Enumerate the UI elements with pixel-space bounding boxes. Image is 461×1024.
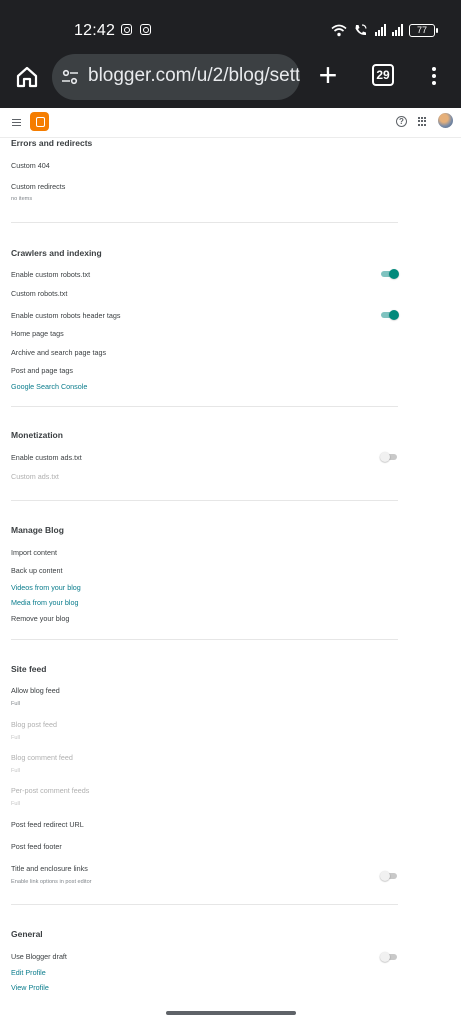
- custom-redirects-value: no items: [11, 196, 33, 202]
- use-blogger-draft-toggle[interactable]: [380, 952, 399, 962]
- site-settings-icon[interactable]: [61, 68, 79, 86]
- home-page-tags-setting[interactable]: Home page tags: [11, 329, 64, 338]
- enable-ads-toggle[interactable]: [380, 452, 399, 462]
- edit-profile-link[interactable]: Edit Profile: [11, 968, 46, 977]
- help-icon[interactable]: ?: [396, 116, 407, 127]
- address-bar[interactable]: blogger.com/u/2/blog/sett: [52, 54, 300, 100]
- allow-blog-feed-value: Full: [11, 701, 21, 707]
- divider: [11, 904, 398, 905]
- allow-blog-feed-setting[interactable]: Allow blog feed: [11, 686, 60, 695]
- avatar[interactable]: [438, 113, 453, 128]
- menu-icon[interactable]: [12, 119, 21, 127]
- instagram-notification-icon: [140, 24, 151, 35]
- blog-comment-feed-setting: Blog comment feed: [11, 753, 73, 762]
- status-bar: 12:42 77: [0, 0, 461, 52]
- blog-post-feed-value: Full: [11, 735, 21, 741]
- custom-robots-setting[interactable]: Custom robots.txt: [11, 289, 67, 298]
- new-tab-icon[interactable]: +: [316, 59, 340, 91]
- apps-grid-icon[interactable]: [418, 117, 427, 126]
- divider: [11, 406, 398, 407]
- wifi-icon: [331, 24, 347, 36]
- blogger-app-bar: ?: [0, 108, 461, 138]
- signal-icon: [392, 24, 403, 36]
- status-time: 12:42: [74, 22, 116, 39]
- archive-tags-setting[interactable]: Archive and search page tags: [11, 348, 106, 357]
- signal-icon: [375, 24, 386, 36]
- videos-link[interactable]: Videos from your blog: [11, 583, 81, 592]
- section-title-site-feed: Site feed: [11, 664, 47, 674]
- custom-404-setting[interactable]: Custom 404: [11, 161, 50, 170]
- enable-header-tags-setting[interactable]: Enable custom robots header tags: [11, 311, 120, 320]
- wifi-call-icon: [355, 24, 367, 36]
- battery-icon: 77: [409, 23, 438, 37]
- divider: [11, 639, 398, 640]
- divider: [11, 222, 398, 223]
- import-content-setting[interactable]: Import content: [11, 548, 57, 557]
- gesture-navigation-bar[interactable]: [166, 1011, 296, 1015]
- media-link[interactable]: Media from your blog: [11, 598, 79, 607]
- section-title-general: General: [11, 929, 43, 939]
- post-tags-setting[interactable]: Post and page tags: [11, 366, 73, 375]
- custom-ads-setting: Custom ads.txt: [11, 472, 59, 481]
- use-blogger-draft-setting[interactable]: Use Blogger draft: [11, 952, 67, 961]
- enable-ads-setting[interactable]: Enable custom ads.txt: [11, 453, 82, 462]
- post-feed-redirect-setting[interactable]: Post feed redirect URL: [11, 820, 84, 829]
- enable-robots-setting[interactable]: Enable custom robots.txt: [11, 270, 90, 279]
- per-post-comment-feeds-value: Full: [11, 801, 21, 807]
- settings-content: Errors and redirects Custom 404 Custom r…: [0, 138, 461, 1008]
- title-enclosure-links-toggle[interactable]: [380, 871, 399, 881]
- backup-content-setting[interactable]: Back up content: [11, 566, 63, 575]
- section-title-crawlers: Crawlers and indexing: [11, 248, 102, 258]
- section-title-monetization: Monetization: [11, 430, 63, 440]
- per-post-comment-feeds-setting: Per-post comment feeds: [11, 786, 90, 795]
- blog-comment-feed-value: Full: [11, 768, 21, 774]
- blog-post-feed-setting: Blog post feed: [11, 720, 57, 729]
- section-title-errors: Errors and redirects: [11, 138, 93, 148]
- custom-redirects-setting[interactable]: Custom redirects: [11, 182, 65, 191]
- enable-header-tags-toggle[interactable]: [380, 310, 399, 320]
- instagram-notification-icon: [121, 24, 132, 35]
- home-icon[interactable]: [14, 64, 40, 90]
- divider: [11, 500, 398, 501]
- url-text[interactable]: blogger.com/u/2/blog/sett: [88, 65, 300, 87]
- post-feed-footer-setting[interactable]: Post feed footer: [11, 842, 62, 851]
- blogger-logo[interactable]: [30, 112, 49, 131]
- tab-switcher-button[interactable]: 29: [372, 64, 394, 86]
- remove-blog-setting[interactable]: Remove your blog: [11, 614, 69, 623]
- title-enclosure-links-description: Enable link options in post editor: [11, 879, 92, 885]
- browser-toolbar: blogger.com/u/2/blog/sett + 29: [0, 52, 461, 108]
- title-enclosure-links-setting[interactable]: Title and enclosure links: [11, 864, 88, 873]
- view-profile-link[interactable]: View Profile: [11, 983, 49, 992]
- status-indicators: 77: [331, 21, 438, 39]
- section-title-manage: Manage Blog: [11, 525, 64, 535]
- search-console-link[interactable]: Google Search Console: [11, 382, 87, 391]
- more-options-icon[interactable]: [431, 67, 437, 87]
- enable-robots-toggle[interactable]: [380, 269, 399, 279]
